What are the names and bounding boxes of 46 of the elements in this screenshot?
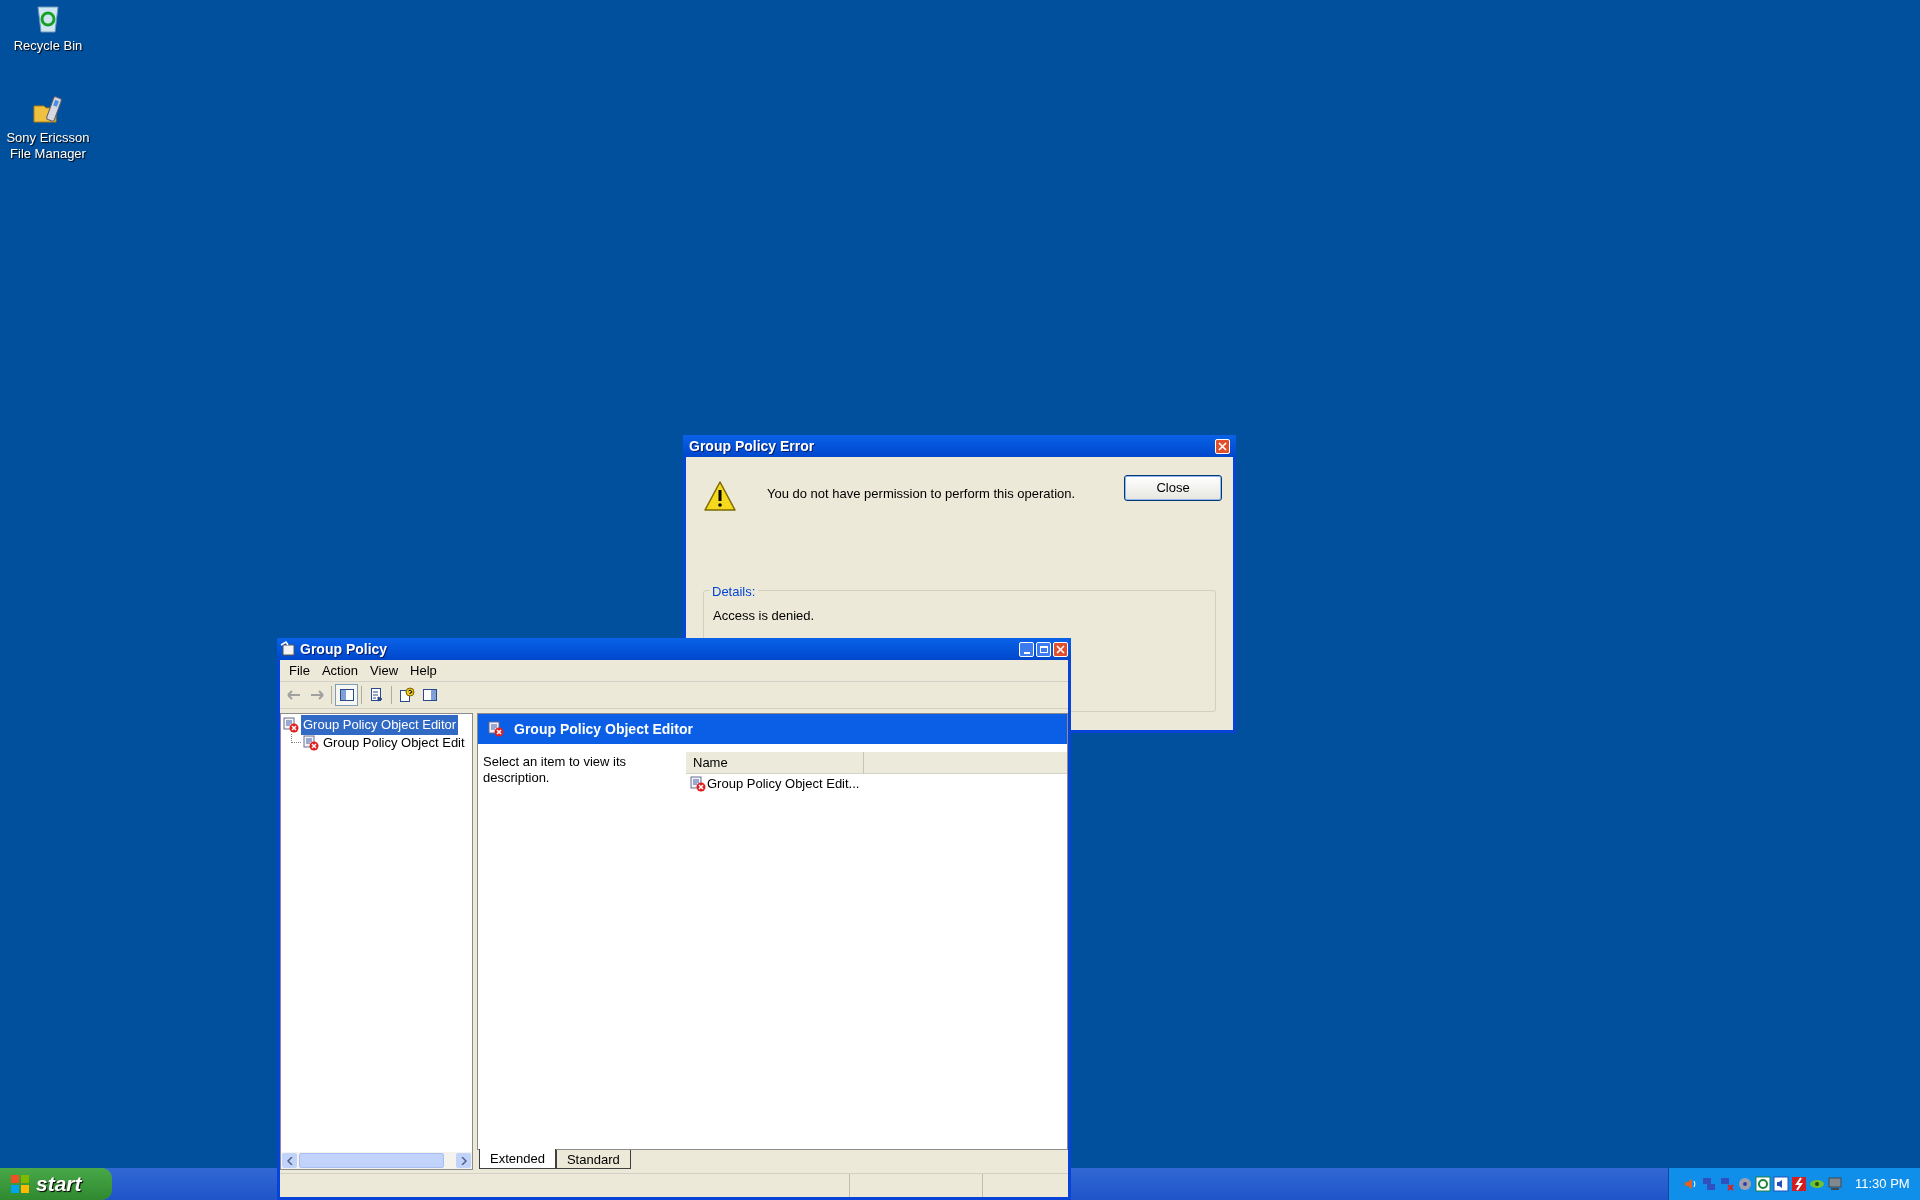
chevron-left-icon — [286, 1156, 293, 1165]
desktop-icon-label[interactable]: Sony Ericsson File Manager — [0, 130, 96, 162]
tree-item[interactable]: Group Policy Object Edit — [321, 733, 467, 753]
policy-error-icon — [303, 735, 319, 751]
policy-error-icon — [690, 776, 706, 792]
scroll-right-button[interactable] — [456, 1153, 471, 1168]
list-item[interactable]: Group Policy Object Edit... — [707, 774, 860, 794]
monitor-icon[interactable] — [1827, 1176, 1843, 1192]
policy-icon — [280, 641, 296, 657]
description-text: Select an item to view its description. — [483, 754, 628, 786]
view-tab[interactable]: Standard — [555, 1150, 631, 1169]
tray-app-icon[interactable] — [1773, 1176, 1789, 1192]
desktop-icon-label[interactable]: Recycle Bin — [13, 38, 83, 54]
toolbar-button[interactable] — [335, 684, 358, 706]
start-button[interactable]: start — [0, 1168, 112, 1200]
menu-item[interactable]: Action — [315, 660, 365, 681]
speaker-icon[interactable] — [1683, 1176, 1699, 1192]
panes-icon — [421, 687, 438, 703]
view-tab[interactable]: Extended — [479, 1149, 556, 1169]
folder-phone-icon — [32, 94, 64, 126]
pane-title: Group Policy Object Editor — [514, 719, 693, 739]
scroll-thumb[interactable] — [299, 1153, 444, 1168]
scroll-left-button[interactable] — [282, 1153, 297, 1168]
warning-icon — [703, 480, 737, 512]
tree-item[interactable]: Group Policy Object Editor — [301, 715, 459, 735]
chevron-right-icon — [460, 1156, 467, 1165]
panes-icon — [338, 687, 355, 703]
disc-icon[interactable] — [1737, 1176, 1753, 1192]
error-message: You do not have permission to perform this operation. — [767, 485, 1077, 503]
dialog-title: Group Policy Error — [689, 436, 815, 456]
menu-item[interactable]: View — [364, 660, 405, 681]
menu-item[interactable]: File — [283, 660, 316, 681]
close-button[interactable] — [1215, 438, 1230, 454]
list-export-icon — [368, 687, 385, 703]
maximize-button[interactable] — [1036, 641, 1051, 657]
policy-error-icon — [488, 721, 504, 737]
details-text: Access is denied. — [713, 608, 815, 623]
window-title: Group Policy — [300, 639, 388, 659]
close-dialog-button[interactable]: Close — [1124, 475, 1222, 501]
horizontal-scrollbar[interactable] — [281, 1152, 472, 1169]
close-button[interactable] — [1053, 641, 1068, 657]
help-icon — [398, 687, 415, 703]
minimize-button[interactable] — [1019, 641, 1034, 657]
windows-logo-icon — [10, 1174, 30, 1194]
tray-app-icon[interactable] — [1755, 1176, 1771, 1192]
menu-item[interactable]: Help — [404, 660, 443, 681]
